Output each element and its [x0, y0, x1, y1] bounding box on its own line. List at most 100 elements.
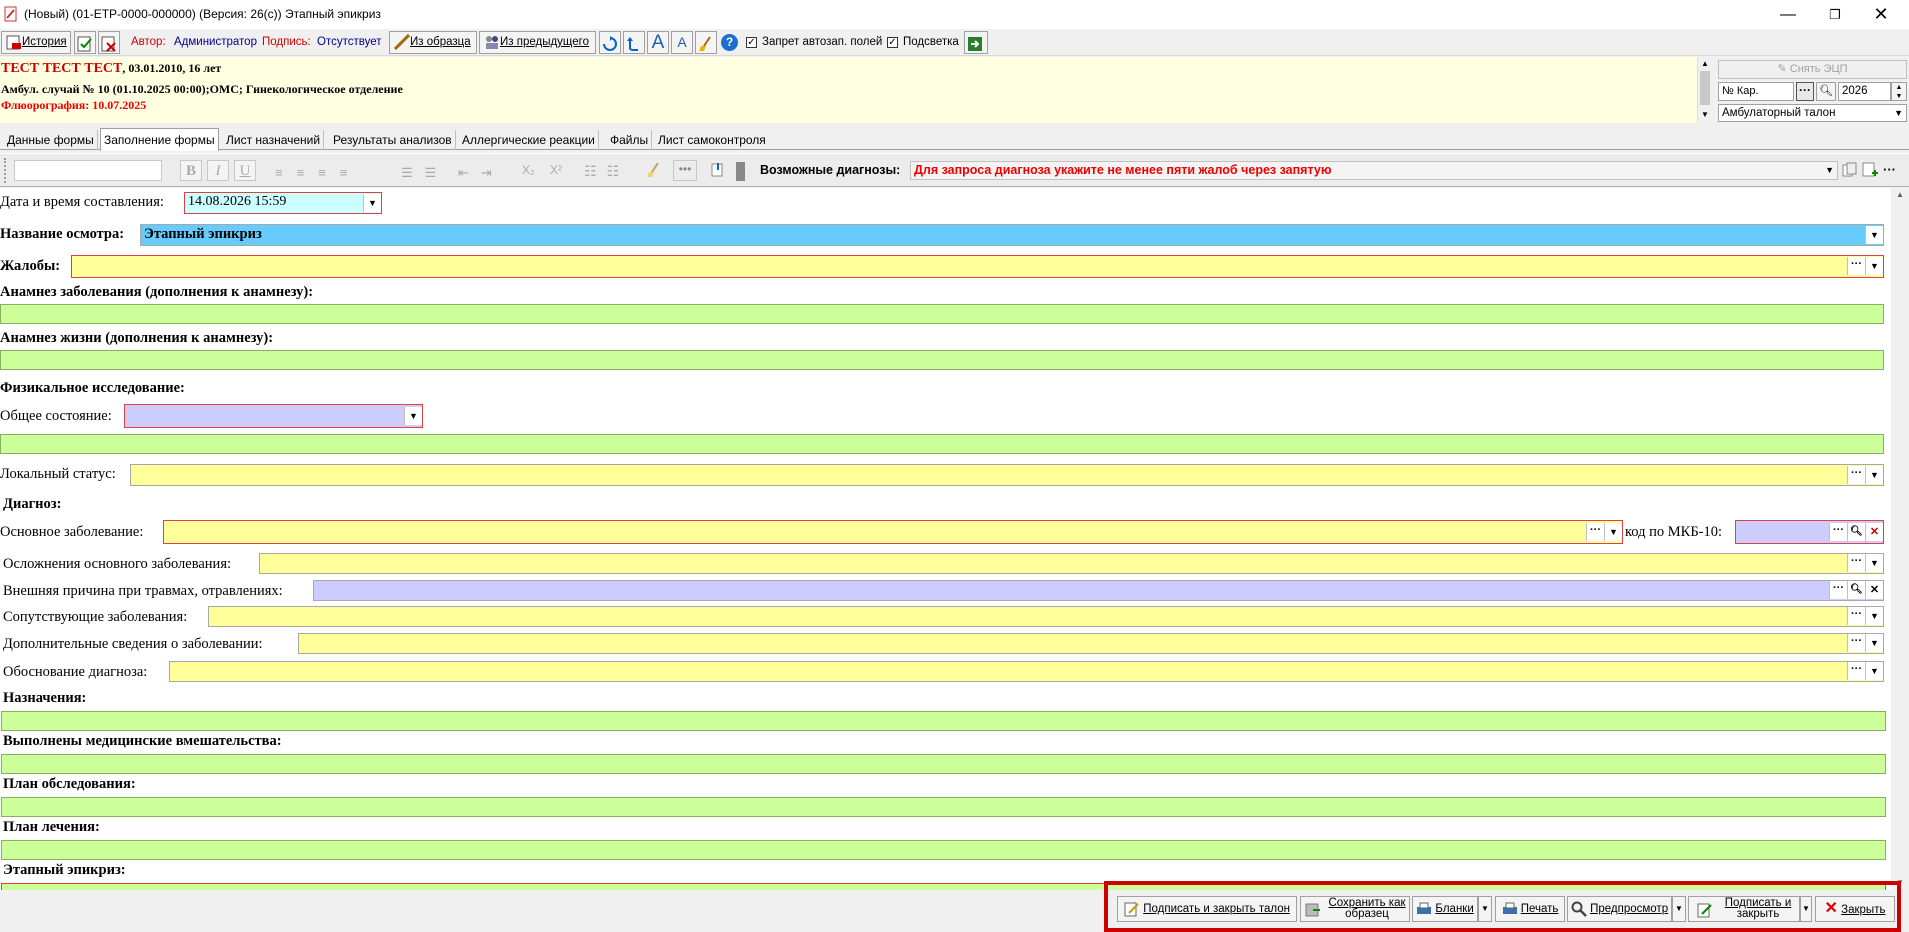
check-document-button[interactable]: [74, 31, 96, 54]
autofill-ban-checkbox[interactable]: ✓: [746, 37, 757, 48]
concomitant-field[interactable]: ··· ▼: [208, 606, 1884, 627]
ellipsis-icon[interactable]: ···: [1829, 581, 1847, 599]
ellipsis-icon[interactable]: ···: [1847, 662, 1865, 680]
anamnesis-disease-field[interactable]: [0, 304, 1884, 324]
copy-diagnosis-button[interactable]: [1842, 162, 1860, 180]
chevron-down-icon[interactable]: ▼: [1865, 554, 1883, 572]
general-state-label: Общее состояние:: [0, 408, 112, 424]
year-field[interactable]: 2026: [1838, 82, 1891, 101]
from-sample-button[interactable]: Из образца: [389, 31, 477, 54]
insert-button[interactable]: [707, 160, 745, 181]
anamnesis-life-field[interactable]: [0, 350, 1884, 370]
undo-button[interactable]: [623, 31, 645, 54]
add-diagnosis-button[interactable]: [1862, 162, 1880, 180]
tab-form-data[interactable]: Данные формы: [4, 130, 98, 150]
justification-field[interactable]: ··· ▼: [169, 661, 1884, 682]
chevron-down-icon[interactable]: ▼: [1865, 226, 1883, 244]
highlight-checkbox[interactable]: ✓: [887, 37, 898, 48]
exam-name-field[interactable]: Этапный эпикриз ▼: [140, 224, 1884, 246]
card-lookup-button[interactable]: ···: [1796, 82, 1814, 101]
bold-button[interactable]: B: [180, 160, 202, 181]
complications-field[interactable]: ··· ▼: [259, 553, 1884, 574]
help-icon[interactable]: ?: [721, 34, 738, 51]
chevron-down-icon[interactable]: ▼: [1865, 634, 1883, 652]
ellipsis-icon[interactable]: ···: [1586, 523, 1604, 541]
clear-format-button[interactable]: [643, 160, 665, 181]
autofill-ban-label: Запрет автозап. полей: [762, 36, 883, 48]
talon-type-select[interactable]: Амбулаторный талон ▼: [1718, 104, 1907, 122]
interventions-field[interactable]: [1, 754, 1886, 774]
general-state-field[interactable]: ▼: [124, 404, 423, 428]
form-scrollbar[interactable]: ▲ ▼: [1891, 188, 1909, 890]
chevron-down-icon[interactable]: ▼: [1865, 662, 1883, 680]
chevron-down-icon[interactable]: ▼: [1865, 257, 1883, 275]
maximize-button[interactable]: ❐: [1812, 0, 1858, 29]
font-select[interactable]: [14, 160, 162, 181]
chevron-down-icon[interactable]: ▼: [1865, 607, 1883, 625]
chevron-down-icon[interactable]: ▼: [363, 194, 381, 212]
treatment-plan-label: План лечения:: [3, 819, 100, 835]
tab-form-fill[interactable]: Заполнение формы: [100, 128, 219, 151]
clear-icon[interactable]: ✕: [1865, 581, 1883, 599]
chevron-down-icon[interactable]: ▼: [404, 407, 422, 425]
history-button[interactable]: История: [1, 31, 71, 54]
more-button[interactable]: •••: [673, 160, 697, 181]
clear-icon[interactable]: ✕: [1865, 523, 1883, 541]
close-window-button[interactable]: ✕: [1858, 0, 1904, 29]
subscript-button[interactable]: X₂: [522, 163, 535, 177]
main-disease-field[interactable]: ··· ▼: [163, 520, 1623, 544]
exam-plan-field[interactable]: [1, 797, 1886, 817]
tab-analysis-results[interactable]: Результаты анализов: [330, 130, 456, 150]
ellipsis-icon[interactable]: ···: [1847, 466, 1865, 484]
list-buttons[interactable]: ☰☰: [401, 165, 448, 181]
search-icon[interactable]: 🔍︎: [1847, 581, 1865, 599]
mkb-code-field[interactable]: ··· 🔍︎ ✕: [1735, 520, 1884, 544]
additional-info-field[interactable]: ··· ▼: [298, 633, 1884, 654]
tab-files[interactable]: Файлы: [607, 130, 653, 150]
from-previous-button[interactable]: Из предыдущего: [479, 31, 596, 54]
anamnesis-disease-label: Анамнез заболевания (дополнения к анамне…: [0, 284, 314, 300]
underline-button[interactable]: U: [234, 160, 256, 181]
export-button[interactable]: [964, 31, 988, 54]
highlight-frame: [1104, 881, 1901, 932]
ellipsis-icon[interactable]: ···: [1847, 554, 1865, 572]
minimize-button[interactable]: —: [1765, 0, 1811, 29]
possible-diagnoses-field[interactable]: Для запроса диагноза укажите не менее пя…: [910, 161, 1838, 180]
chevron-down-icon[interactable]: ▼: [1865, 466, 1883, 484]
additional-info-label: Дополнительные сведения о заболевании:: [3, 636, 263, 652]
ellipsis-icon[interactable]: ···: [1847, 257, 1865, 275]
card-search-button[interactable]: 🔍︎: [1816, 82, 1836, 101]
font-increase-button[interactable]: A: [647, 31, 669, 54]
tab-prescriptions[interactable]: Лист назначений: [223, 130, 325, 150]
delete-document-button[interactable]: [98, 31, 120, 54]
clear-button[interactable]: [695, 31, 717, 54]
year-spinner[interactable]: ▲ ▼: [1891, 82, 1907, 101]
chevron-down-icon[interactable]: ▼: [1604, 523, 1622, 541]
external-cause-field[interactable]: ··· 🔍︎ ✕: [313, 580, 1884, 601]
ellipsis-icon[interactable]: ···: [1829, 523, 1847, 541]
outdent-icon: ⇤: [458, 165, 481, 180]
datetime-field[interactable]: 14.08.2026 15:59 ▼: [184, 192, 382, 214]
general-state-details-field[interactable]: [0, 434, 1884, 454]
tab-allergic-reactions[interactable]: Аллергические реакции: [459, 130, 599, 150]
indent-buttons[interactable]: ⇤⇥: [458, 165, 504, 181]
header-scrollbar[interactable]: ▲ ▼: [1697, 57, 1712, 123]
align-buttons[interactable]: ≡≡≡≡: [275, 165, 361, 180]
spacing-buttons[interactable]: ☷☷: [584, 163, 629, 180]
signature-value: Отсутствует: [317, 36, 382, 48]
diagnosis-more-button[interactable]: ···: [1883, 162, 1896, 177]
font-decrease-button[interactable]: A: [671, 31, 693, 54]
italic-button[interactable]: I: [207, 160, 229, 181]
prescriptions-field[interactable]: [1, 711, 1886, 731]
ellipsis-icon[interactable]: ···: [1847, 634, 1865, 652]
card-number-field[interactable]: № Кар.: [1718, 82, 1794, 101]
superscript-button[interactable]: X²: [550, 163, 562, 177]
ellipsis-icon[interactable]: ···: [1847, 607, 1865, 625]
complaints-field[interactable]: ··· ▼: [71, 255, 1884, 278]
refresh-button[interactable]: [599, 31, 621, 54]
tab-self-control[interactable]: Лист самоконтроля: [655, 130, 769, 150]
search-icon[interactable]: 🔍︎: [1847, 523, 1865, 541]
local-status-field[interactable]: ··· ▼: [130, 464, 1884, 486]
remove-signature-button[interactable]: ✎ Снять ЭЦП: [1718, 60, 1907, 79]
treatment-plan-field[interactable]: [1, 840, 1886, 860]
